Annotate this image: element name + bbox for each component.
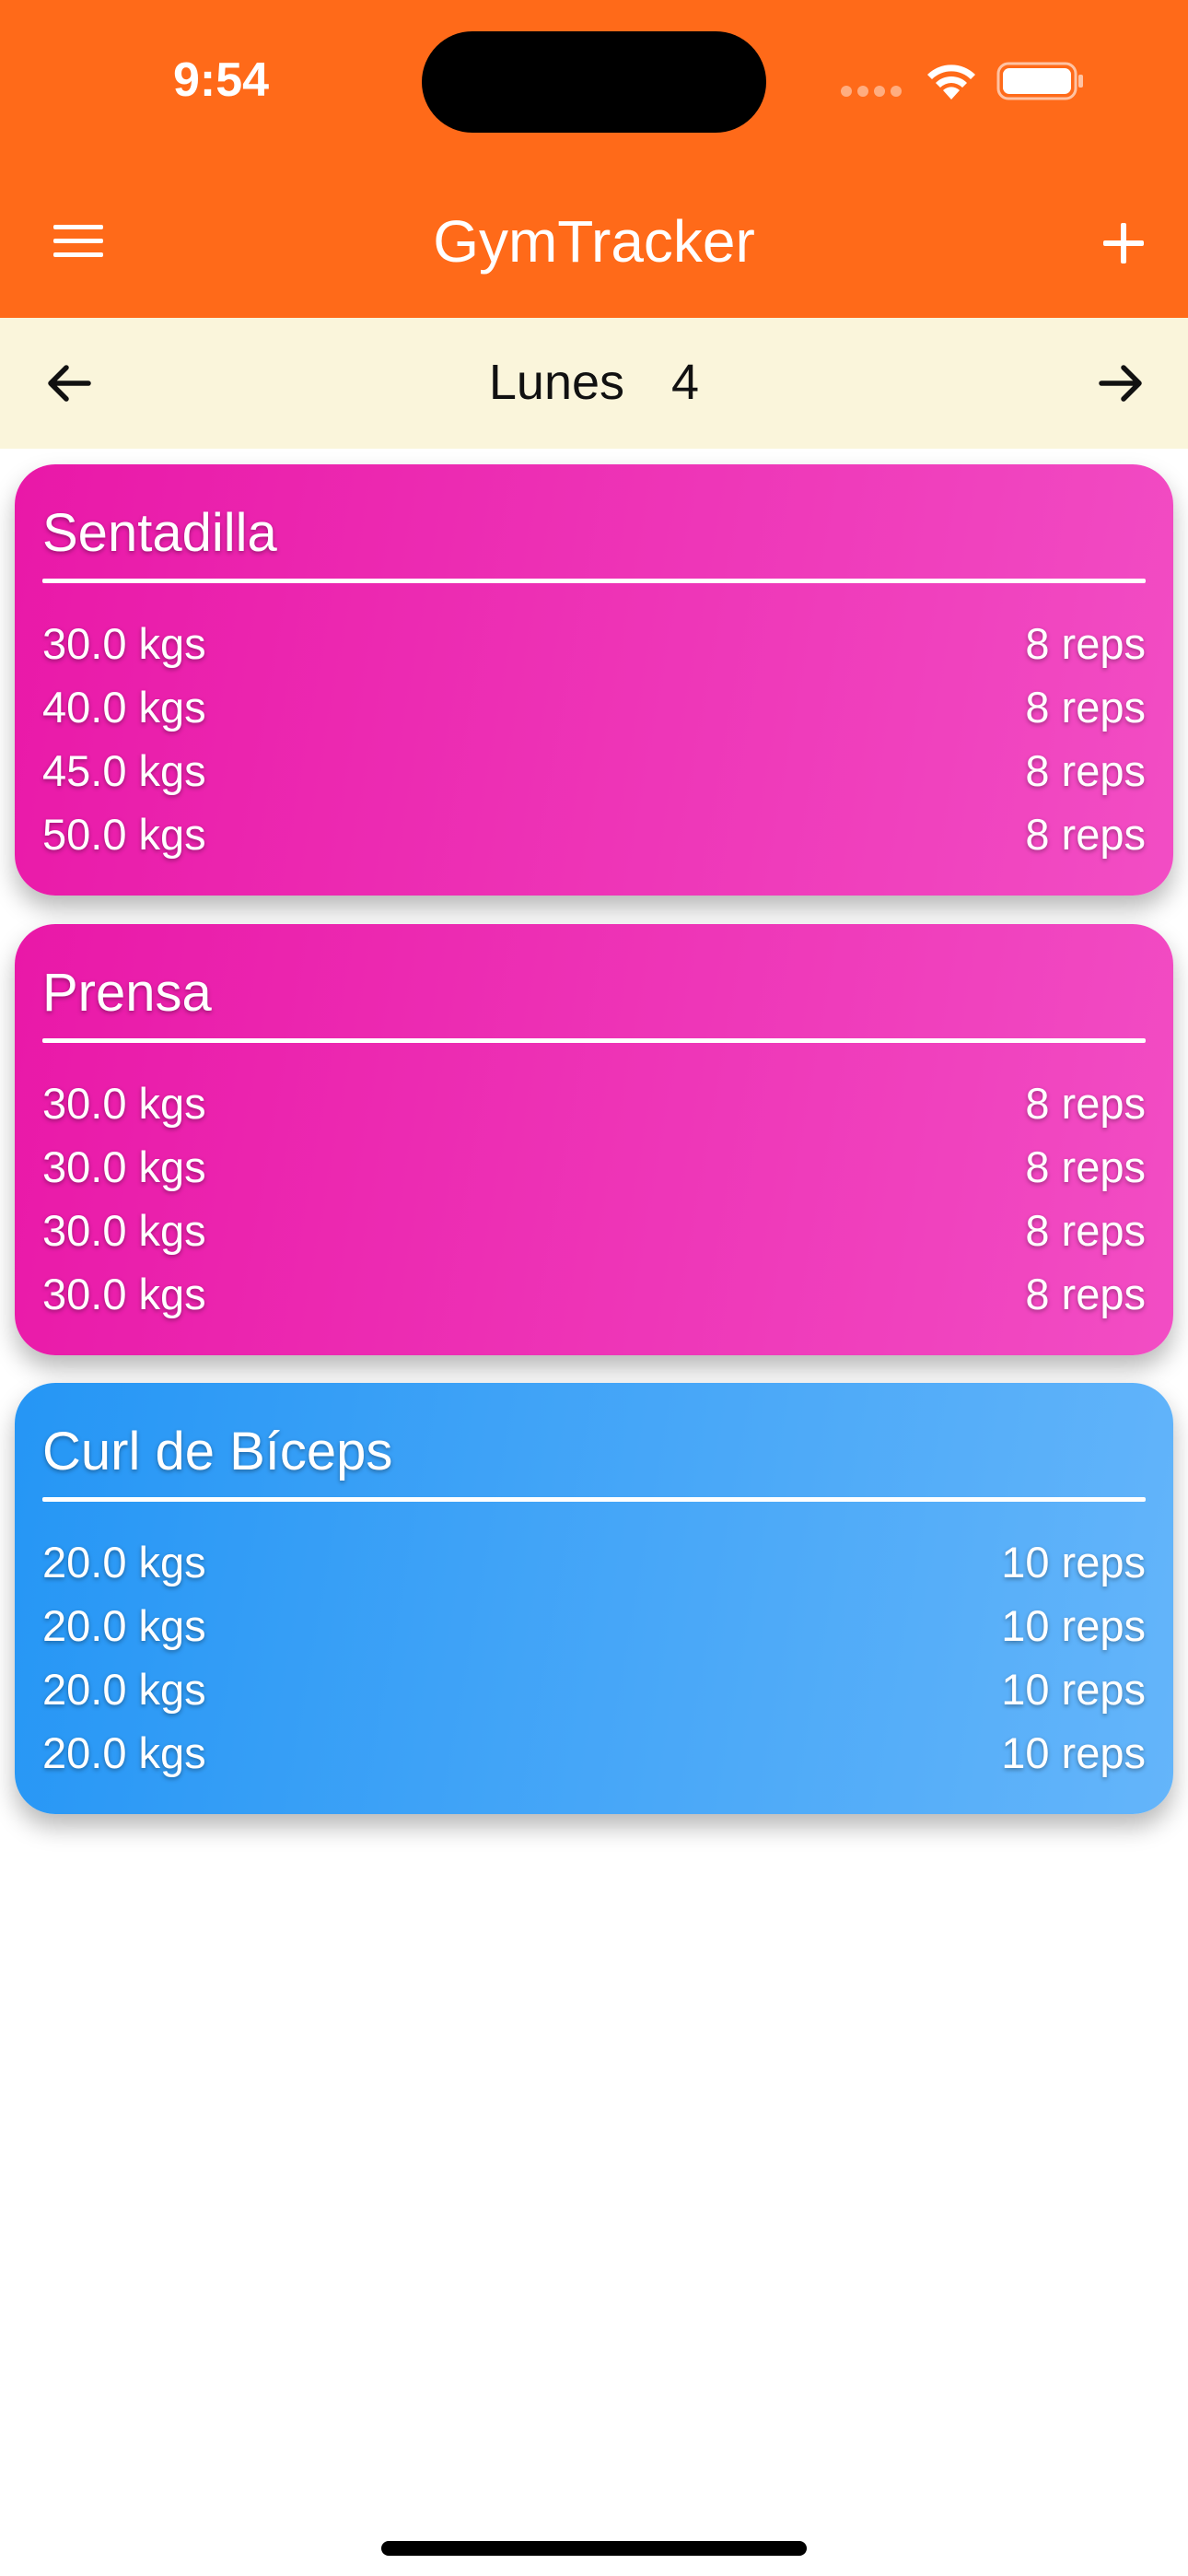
set-weight: 20.0 kgs	[42, 1665, 206, 1714]
set-row: 30.0 kgs 8 reps	[42, 1262, 1146, 1326]
exercise-title: Curl de Bíceps	[42, 1422, 393, 1481]
set-reps: 8 reps	[1025, 810, 1146, 859]
set-row: 30.0 kgs 8 reps	[42, 1071, 1146, 1135]
card-divider	[42, 579, 1146, 583]
day-name: Lunes	[488, 355, 625, 410]
set-reps: 10 reps	[1001, 1665, 1146, 1714]
set-weight: 30.0 kgs	[42, 619, 206, 668]
set-list: 30.0 kgs 8 reps 40.0 kgs 8 reps 45.0 kgs…	[42, 612, 1146, 866]
app-title: GymTracker	[433, 208, 755, 275]
set-reps: 10 reps	[1001, 1728, 1146, 1777]
set-row: 20.0 kgs 10 reps	[42, 1657, 1146, 1721]
set-weight: 45.0 kgs	[42, 746, 206, 795]
cellular-signal-icon	[841, 86, 902, 97]
set-list: 30.0 kgs 8 reps 30.0 kgs 8 reps 30.0 kgs…	[42, 1071, 1146, 1326]
status-time: 9:54	[172, 53, 270, 107]
set-weight: 20.0 kgs	[42, 1601, 206, 1650]
set-weight: 40.0 kgs	[42, 683, 206, 732]
set-reps: 10 reps	[1001, 1538, 1146, 1587]
set-reps: 8 reps	[1025, 1270, 1146, 1318]
exercise-card-curl-de-biceps[interactable]: Curl de Bíceps 20.0 kgs 10 reps 20.0 kgs…	[15, 1383, 1173, 1814]
set-row: 30.0 kgs 8 reps	[42, 1199, 1146, 1262]
set-reps: 8 reps	[1025, 746, 1146, 795]
set-weight: 30.0 kgs	[42, 1142, 206, 1191]
set-reps: 8 reps	[1025, 619, 1146, 668]
plus-icon[interactable]	[1087, 206, 1160, 280]
day-number: 4	[671, 355, 700, 410]
wifi-icon	[927, 64, 975, 100]
set-reps: 10 reps	[1001, 1601, 1146, 1650]
set-row: 45.0 kgs 8 reps	[42, 739, 1146, 802]
set-weight: 30.0 kgs	[42, 1206, 206, 1255]
day-navigation-bar: Lunes 4	[0, 318, 1188, 449]
set-row: 30.0 kgs 8 reps	[42, 612, 1146, 675]
set-row: 30.0 kgs 8 reps	[42, 1135, 1146, 1199]
exercise-title: Sentadilla	[42, 503, 277, 563]
set-row: 50.0 kgs 8 reps	[42, 802, 1146, 866]
set-row: 20.0 kgs 10 reps	[42, 1594, 1146, 1657]
arrow-right-icon[interactable]	[1089, 351, 1153, 416]
set-reps: 8 reps	[1025, 1079, 1146, 1128]
set-row: 40.0 kgs 8 reps	[42, 675, 1146, 739]
set-reps: 8 reps	[1025, 683, 1146, 732]
set-weight: 30.0 kgs	[42, 1079, 206, 1128]
set-weight: 50.0 kgs	[42, 810, 206, 859]
set-reps: 8 reps	[1025, 1206, 1146, 1255]
hamburger-menu-icon[interactable]	[46, 214, 111, 269]
set-list: 20.0 kgs 10 reps 20.0 kgs 10 reps 20.0 k…	[42, 1530, 1146, 1785]
set-weight: 20.0 kgs	[42, 1538, 206, 1587]
battery-icon	[996, 62, 1083, 100]
home-indicator[interactable]	[381, 2541, 807, 2556]
dynamic-island	[422, 31, 766, 133]
set-row: 20.0 kgs 10 reps	[42, 1721, 1146, 1785]
arrow-left-icon[interactable]	[37, 351, 101, 416]
set-weight: 30.0 kgs	[42, 1270, 206, 1318]
set-weight: 20.0 kgs	[42, 1728, 206, 1777]
card-divider	[42, 1497, 1146, 1502]
exercise-card-prensa[interactable]: Prensa 30.0 kgs 8 reps 30.0 kgs 8 reps 3…	[15, 924, 1173, 1355]
exercise-card-sentadilla[interactable]: Sentadilla 30.0 kgs 8 reps 40.0 kgs 8 re…	[15, 464, 1173, 896]
app-header: 9:54 GymTracker	[0, 0, 1188, 318]
set-row: 20.0 kgs 10 reps	[42, 1530, 1146, 1594]
day-label: Lunes 4	[368, 345, 820, 419]
set-reps: 8 reps	[1025, 1142, 1146, 1191]
card-divider	[42, 1038, 1146, 1043]
exercise-title: Prensa	[42, 963, 212, 1023]
